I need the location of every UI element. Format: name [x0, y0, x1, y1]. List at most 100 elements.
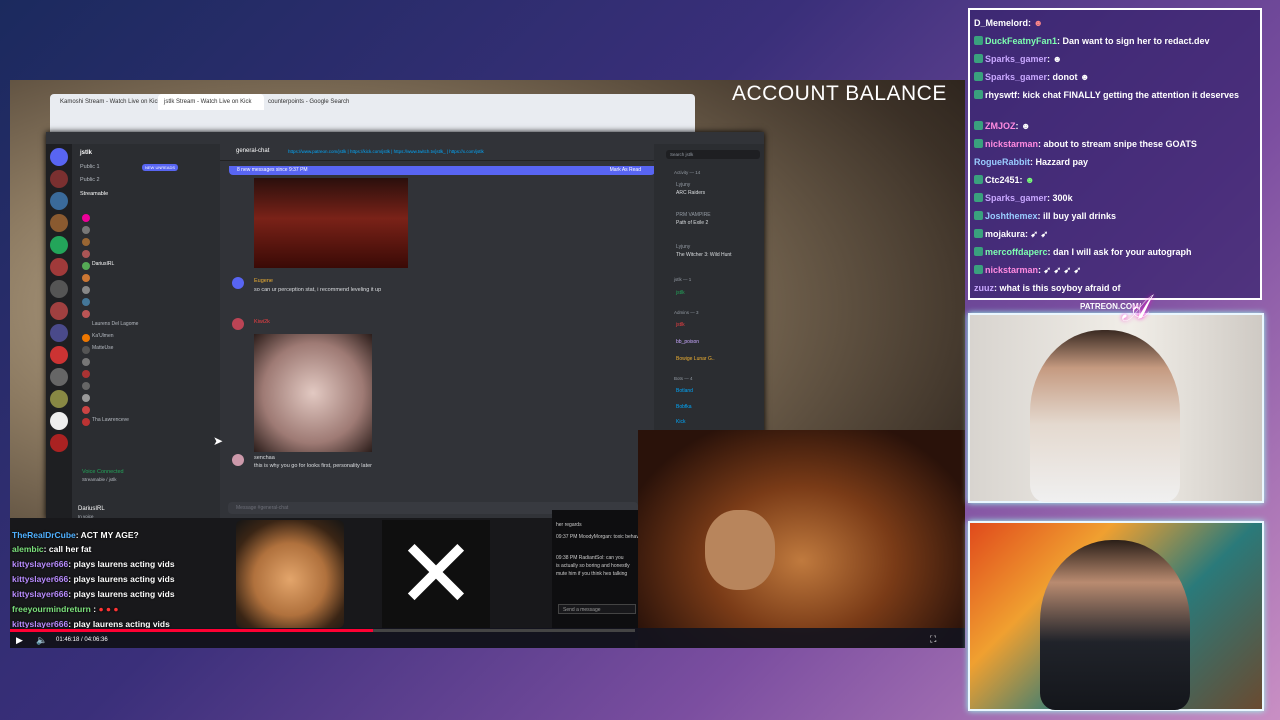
- server-icon[interactable]: [50, 412, 68, 430]
- avatar[interactable]: [232, 318, 244, 330]
- play-icon[interactable]: ▶: [16, 635, 23, 646]
- stream-chat-line: alembic: call her fat: [12, 544, 92, 554]
- voice-member[interactable]: DariusIRL: [92, 261, 114, 267]
- gif-attachment[interactable]: [254, 178, 408, 268]
- server-icon[interactable]: [50, 368, 68, 386]
- browser-tab[interactable]: counterpoints - Google Search: [262, 94, 368, 110]
- voice-member[interactable]: MatteUse: [92, 345, 113, 351]
- channel-topic[interactable]: https://www.patreon.com/jstlk | https://…: [288, 149, 484, 154]
- chat-username[interactable]: ZMJOZ: [985, 121, 1016, 131]
- server-icon[interactable]: [50, 148, 68, 166]
- new-messages-bar[interactable]: 8 new messages since 9:37 PM Mark As Rea…: [229, 166, 655, 175]
- message-author[interactable]: senchaa: [254, 455, 275, 461]
- activity-user[interactable]: Lyjuny: [676, 244, 690, 250]
- avatar[interactable]: [232, 454, 244, 466]
- chat-username[interactable]: mercoffdaperc: [985, 247, 1048, 257]
- send-message-input[interactable]: Send a message: [558, 604, 636, 614]
- server-icon[interactable]: [50, 302, 68, 320]
- voice-member[interactable]: Tha Lawrenceve: [92, 417, 129, 423]
- server-icon[interactable]: [50, 258, 68, 276]
- chat-text: donot: [1052, 72, 1078, 82]
- voice-channel[interactable]: Streamable: [80, 191, 108, 197]
- bot-name[interactable]: Kick: [676, 419, 685, 425]
- chat-user[interactable]: TheRealDrCube: [12, 530, 76, 540]
- chat-user[interactable]: kittyslayer666: [12, 574, 68, 584]
- chat-username[interactable]: RogueRabbit: [974, 157, 1030, 167]
- chat-user[interactable]: alembic: [12, 544, 44, 554]
- chat-username[interactable]: nickstarman: [985, 139, 1038, 149]
- fullscreen-icon[interactable]: ⛶: [930, 634, 936, 645]
- stream-chat-line: freeyourmindreturn : ● ● ●: [12, 604, 119, 614]
- chat-text: kick chat FINALLY getting the attention …: [1022, 90, 1240, 100]
- server-icon[interactable]: [50, 192, 68, 210]
- gif-attachment[interactable]: [254, 334, 372, 452]
- server-icon[interactable]: [50, 214, 68, 232]
- chat-username[interactable]: Joshthemex: [985, 211, 1038, 221]
- stream-chat-line: kittyslayer666: plays laurens acting vid…: [12, 589, 175, 599]
- account-balance-label: ACCOUNT BALANCE: [732, 82, 947, 105]
- activity-user[interactable]: Lyjuny: [676, 182, 690, 188]
- member-name[interactable]: Bowige Lunar G..: [676, 356, 715, 362]
- message-author[interactable]: Eugene: [254, 278, 273, 284]
- chat-user[interactable]: kittyslayer666: [12, 589, 68, 599]
- chat-user[interactable]: freeyourmindreturn: [12, 604, 91, 614]
- mark-as-read-button[interactable]: Mark As Read: [610, 166, 641, 175]
- avatar: [82, 394, 90, 402]
- signature-logo: 𝒜: [1117, 289, 1152, 330]
- chat-username[interactable]: rhyswtf: [985, 90, 1017, 100]
- server-icon[interactable]: [50, 236, 68, 254]
- server-icon[interactable]: [50, 170, 68, 188]
- x-logo-icon: ✕: [382, 520, 490, 628]
- server-icon[interactable]: [50, 280, 68, 298]
- volume-icon[interactable]: 🔈: [36, 635, 47, 646]
- chat-username[interactable]: Sparks_gamer: [985, 72, 1047, 82]
- chat-username[interactable]: Sparks_gamer: [985, 193, 1047, 203]
- chat-message: D_Memelord: ☻: [974, 18, 1043, 28]
- activity-user[interactable]: PRM VAMPIRE: [676, 212, 711, 218]
- server-icon[interactable]: [50, 434, 68, 452]
- voice-member[interactable]: Laurens Del Lagome: [92, 321, 138, 327]
- message-author[interactable]: Kiwi2k: [254, 319, 270, 325]
- new-unreads-pill[interactable]: NEW UNREADS: [142, 164, 179, 171]
- member-name[interactable]: bb_poison: [676, 339, 699, 345]
- chat-user[interactable]: kittyslayer666: [12, 559, 68, 569]
- search-input[interactable]: Search jstlk: [666, 150, 760, 159]
- browser-tab-active[interactable]: jstlk Stream - Watch Live on Kick: [158, 94, 264, 110]
- members-section: jstlk — 1: [674, 277, 692, 282]
- chat-username[interactable]: zuuz: [974, 283, 994, 293]
- bot-name[interactable]: Botland: [676, 388, 693, 394]
- server-icon[interactable]: [50, 346, 68, 364]
- browser-tab[interactable]: Kamoshi Stream - Watch Live on Kick: [54, 94, 160, 110]
- chat-username[interactable]: mojakura: [985, 229, 1025, 239]
- chat-username[interactable]: nickstarman: [985, 265, 1038, 275]
- server-icon[interactable]: [50, 324, 68, 342]
- channel-item[interactable]: Public 1: [80, 164, 100, 170]
- avatar: [82, 358, 90, 366]
- channel-item[interactable]: Public 2: [80, 177, 100, 183]
- chat-username[interactable]: Ctc2451: [985, 175, 1020, 185]
- avatar[interactable]: [232, 277, 244, 289]
- server-icon[interactable]: [50, 390, 68, 408]
- chat-username[interactable]: Sparks_gamer: [985, 54, 1047, 64]
- user-panel-name[interactable]: DariusIRL: [78, 506, 105, 512]
- voice-connected-sub: Streamable / jstlk: [82, 477, 117, 482]
- bot-name[interactable]: Bobfka: [676, 404, 692, 410]
- avatar: [82, 250, 90, 258]
- chat-text: about to stream snipe these GOATS: [1043, 139, 1197, 149]
- avatar: [82, 286, 90, 294]
- member-name[interactable]: jstlk: [676, 322, 685, 328]
- chat-text: plays laurens acting vids: [73, 574, 175, 584]
- chat-message: Ctc2451: ☻: [974, 175, 1258, 186]
- sub-badge-icon: [974, 139, 983, 148]
- avatar: [82, 346, 90, 354]
- voice-member[interactable]: Ka'Ulmen: [92, 333, 114, 339]
- stream-capture: ACCOUNT BALANCE Kamoshi Stream - Watch L…: [10, 80, 965, 648]
- member-name[interactable]: jstlk: [676, 290, 685, 296]
- sub-badge-icon: [974, 193, 983, 202]
- sub-badge-icon: [974, 247, 983, 256]
- host-person-1: [1030, 330, 1180, 502]
- chat-username[interactable]: DuckFeatnyFan1: [985, 36, 1057, 46]
- video-chat-line: mute him if you think hes talking: [556, 571, 628, 577]
- server-name[interactable]: jstlk: [80, 150, 92, 156]
- chat-username[interactable]: D_Memelord: [974, 18, 1028, 28]
